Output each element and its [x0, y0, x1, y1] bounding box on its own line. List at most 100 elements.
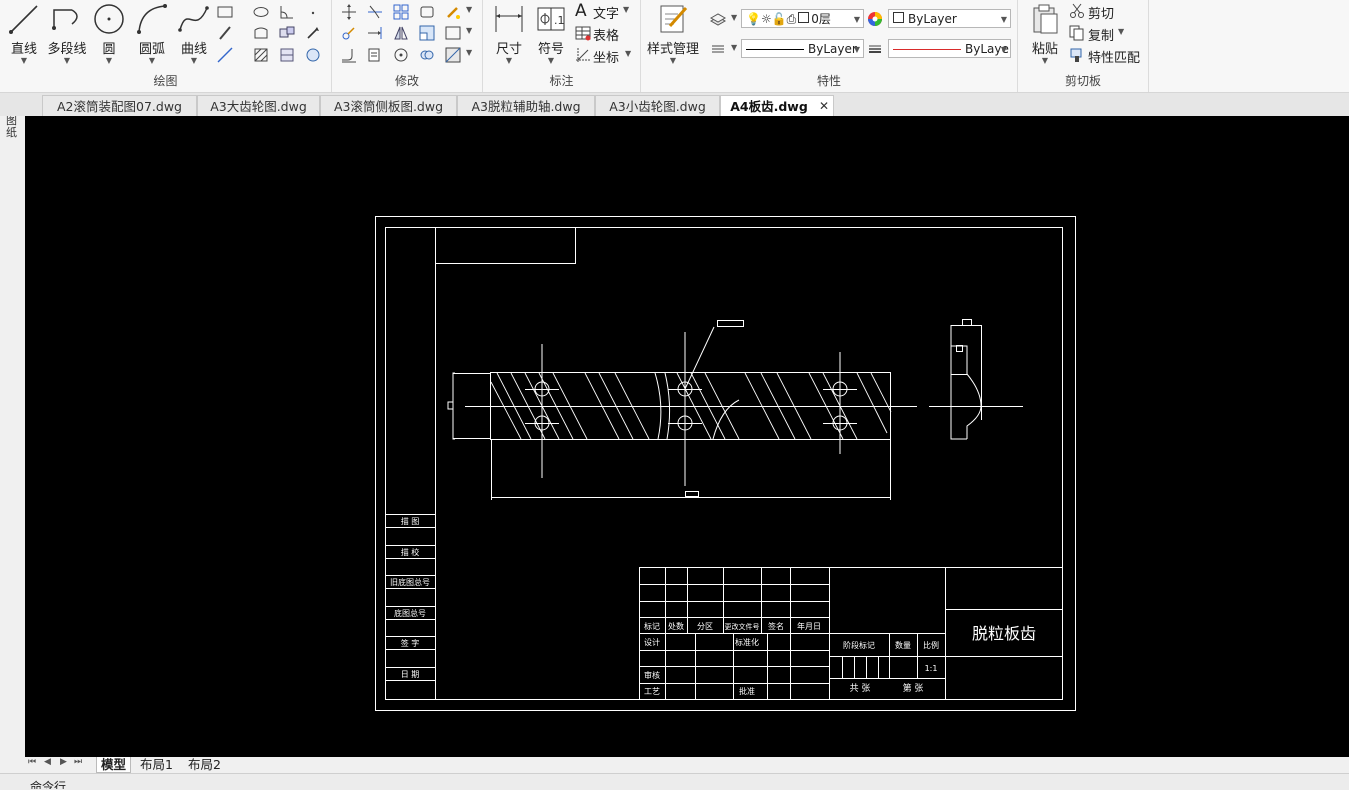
leader-line	[684, 326, 715, 390]
brush-icon[interactable]	[444, 3, 462, 21]
layer-manager-icon[interactable]	[709, 11, 727, 29]
style-manager-button[interactable]: 样式管理 ▼	[643, 2, 703, 65]
color-combo[interactable]: ByLayer ▼	[888, 9, 1011, 28]
lineweight-combo[interactable]: ByLaye ▼	[888, 39, 1011, 58]
layout-tab-2[interactable]: 布局2	[188, 757, 221, 772]
explode-icon[interactable]	[444, 46, 462, 64]
fillet-icon[interactable]	[340, 46, 358, 64]
symbol-icon: .1	[537, 7, 565, 31]
revision-header: 更改文件号	[725, 622, 760, 631]
region-icon[interactable]	[252, 24, 270, 42]
close-tab-icon[interactable]: ✕	[819, 96, 829, 117]
ellipse-icon[interactable]	[252, 3, 270, 21]
xline-icon[interactable]	[216, 46, 234, 64]
cut-button[interactable]: 剪切	[1088, 3, 1114, 22]
hole-group	[525, 332, 857, 486]
scissors-icon[interactable]	[1068, 2, 1086, 20]
scale-icon[interactable]	[418, 24, 436, 42]
drawing-canvas[interactable]: 描 图 描 校 旧底图总号 底图总号 签 字 日 期 标记 处数 分区 更改文件…	[25, 116, 1349, 757]
document-tab[interactable]: A3滚筒侧板图.dwg	[320, 95, 457, 116]
offset-icon[interactable]	[418, 3, 436, 21]
spline-button[interactable]: 曲线 ▼	[176, 2, 212, 65]
color-value: ByLayer	[908, 12, 957, 26]
paste-icon	[1033, 4, 1058, 34]
lineweight-sample	[893, 49, 961, 50]
stretch-icon[interactable]	[444, 24, 462, 42]
extend-icon[interactable]	[366, 24, 384, 42]
arc-button[interactable]: 圆弧 ▼	[134, 2, 170, 65]
match-properties-button[interactable]: 特性匹配	[1088, 47, 1140, 66]
document-tab[interactable]: A2滚筒装配图07.dwg	[42, 95, 197, 116]
side-label[interactable]: 图纸	[6, 115, 18, 139]
linetype-combo[interactable]: ByLayer ▼	[741, 39, 864, 58]
circle-label: 圆	[102, 42, 116, 57]
polyline-button[interactable]: 多段线 ▼	[46, 2, 88, 65]
paste-label: 粘贴	[1031, 42, 1058, 57]
dimension-button[interactable]: 尺寸 ▼	[489, 2, 529, 65]
copy-button[interactable]: 复制	[1088, 25, 1114, 44]
spline-icon	[178, 6, 209, 32]
document-tab-active[interactable]: A4板齿.dwg ✕	[720, 95, 834, 116]
array-icon[interactable]	[392, 3, 410, 21]
boundary-icon[interactable]	[278, 46, 296, 64]
coordinate-button[interactable]: 坐标	[593, 47, 619, 66]
lineweight-icon[interactable]	[866, 40, 884, 58]
polyline-icon	[52, 9, 78, 30]
mirror-icon[interactable]	[392, 24, 410, 42]
match-properties-icon[interactable]	[1068, 46, 1086, 64]
revision-header: 处数	[668, 621, 684, 631]
document-tab[interactable]: A3大齿轮图.dwg	[197, 95, 320, 116]
revision-cloud-icon[interactable]	[304, 46, 322, 64]
next-layout-icon[interactable]: ▶	[60, 757, 67, 767]
modify-panel: ▼ ▼ ▼ 修改	[332, 0, 483, 92]
text-icon: A	[575, 1, 587, 21]
last-layout-icon[interactable]: ⏭	[74, 757, 82, 767]
line-button[interactable]: 直线 ▼	[6, 2, 42, 65]
trim-icon[interactable]	[366, 3, 384, 21]
pointer-icon[interactable]	[304, 24, 322, 42]
layout-tab-model[interactable]: 模型	[96, 757, 132, 773]
tab-label: A3大齿轮图.dwg	[210, 99, 307, 114]
linetype-icon[interactable]	[709, 40, 727, 58]
join-icon[interactable]	[418, 46, 436, 64]
coordinate-icon[interactable]	[574, 46, 592, 64]
erase-icon[interactable]	[366, 46, 384, 64]
block-icon[interactable]	[278, 24, 296, 42]
copy-icon[interactable]	[1068, 24, 1086, 42]
text-button[interactable]: 文字	[593, 3, 619, 22]
command-line-label[interactable]: 命令行	[30, 780, 66, 789]
layout-tab-1[interactable]: 布局1	[140, 757, 173, 772]
table-button[interactable]: 表格	[593, 25, 619, 44]
document-tab[interactable]: A3脱粒辅助轴.dwg	[457, 95, 595, 116]
tab-label: A3小齿轮图.dwg	[609, 99, 706, 114]
linetype-sample	[746, 49, 804, 50]
hatch-icon[interactable]	[252, 46, 270, 64]
line-icon	[9, 5, 38, 34]
document-tab[interactable]: A3小齿轮图.dwg	[595, 95, 720, 116]
process-label: 工艺	[644, 687, 660, 696]
approve-label: 批准	[739, 686, 755, 696]
revision-header: 标记	[644, 621, 660, 631]
rotate-icon[interactable]	[392, 46, 410, 64]
side-view	[929, 319, 1023, 440]
dimension-angle-icon[interactable]	[278, 3, 296, 21]
rectangle-icon[interactable]	[216, 3, 234, 21]
prev-layout-icon[interactable]: ◀	[44, 757, 51, 767]
point-icon[interactable]	[304, 3, 322, 21]
linetype-value: ByLayer	[808, 42, 857, 56]
move-icon[interactable]	[340, 3, 358, 21]
style-manager-label: 样式管理	[646, 42, 699, 57]
circle-button[interactable]: 圆 ▼	[92, 2, 126, 65]
color-swatch	[893, 12, 904, 23]
symbol-button[interactable]: .1 符号 ▼	[533, 2, 569, 65]
first-layout-icon[interactable]: ⏮	[28, 757, 36, 767]
copy-object-icon[interactable]	[340, 24, 358, 42]
dimension-icon	[495, 6, 523, 32]
color-wheel-icon[interactable]	[866, 10, 884, 28]
pen-icon[interactable]	[216, 24, 234, 42]
paste-button[interactable]: 粘贴 ▼	[1026, 2, 1064, 65]
table-icon[interactable]	[574, 24, 592, 42]
document-tabbar: A2滚筒装配图07.dwg A3大齿轮图.dwg A3滚筒侧板图.dwg A3脱…	[0, 93, 1349, 116]
tab-label: A3滚筒侧板图.dwg	[333, 99, 444, 114]
layer-combo[interactable]: 💡☼🔓⎙ 0层 ▼	[741, 9, 864, 28]
